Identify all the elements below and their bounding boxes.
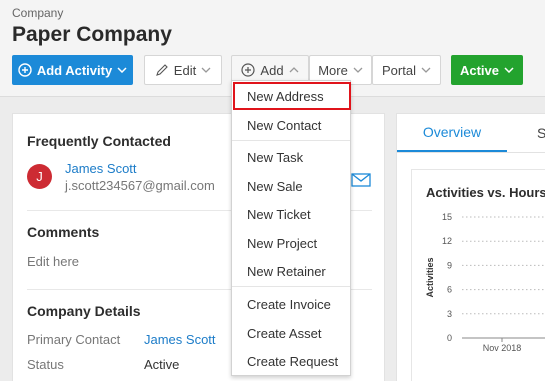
tab-overview[interactable]: Overview [397,114,507,152]
envelope-icon[interactable] [351,173,371,192]
y-tick-label: 3 [447,309,452,319]
y-tick-label: 6 [447,285,452,295]
menu-item-new-task[interactable]: New Task [247,150,303,165]
add-label: Add [260,62,284,78]
portal-button[interactable]: Portal [372,55,441,85]
pencil-icon [155,63,169,77]
activities-chart: 0 3 6 9 12 15 Activities Nov 2018 [425,212,545,353]
active-status-button[interactable]: Active [451,55,523,85]
add-activity-button[interactable]: Add Activity [12,55,133,85]
status-label: Status [27,357,64,372]
contact-email: j.scott234567@gmail.com [65,178,215,193]
menu-separator [232,286,350,287]
menu-separator [232,140,350,141]
menu-item-new-project[interactable]: New Project [247,236,317,251]
edit-button[interactable]: Edit [144,55,222,85]
chevron-down-icon [117,67,127,73]
more-label: More [318,62,348,78]
frequently-contacted-title: Frequently Contacted [27,133,171,149]
y-axis-label: Activities [425,257,435,297]
plus-circle-icon [241,63,256,77]
menu-item-new-sale[interactable]: New Sale [247,179,303,194]
add-activity-label: Add Activity [36,62,113,78]
primary-contact-link[interactable]: James Scott [144,332,216,347]
menu-item-create-invoice[interactable]: Create Invoice [247,297,331,312]
active-label: Active [459,62,500,78]
chevron-down-icon [353,67,363,73]
breadcrumb[interactable]: Company [12,6,63,20]
portal-label: Portal [382,62,416,78]
menu-item-new-address[interactable]: New Address [247,89,324,104]
y-tick-label: 15 [442,212,452,222]
y-tick-label: 12 [442,236,452,246]
avatar: J [27,164,52,189]
menu-item-create-asset[interactable]: Create Asset [247,326,321,341]
chevron-down-icon [421,67,431,73]
contact-name-link[interactable]: James Scott [65,161,137,176]
status-value: Active [144,357,180,372]
menu-item-new-retainer[interactable]: New Retainer [247,264,326,279]
menu-item-new-contact[interactable]: New Contact [247,118,321,133]
overview-card: Overview S Activities vs. Hours 0 3 6 9 12 15… [396,113,545,381]
chevron-down-icon [201,67,211,73]
primary-contact-label: Primary Contact [27,332,121,347]
chart-card: Activities vs. Hours 0 3 6 9 12 15 Activities N… [411,169,545,381]
tab-divider [397,152,545,153]
edit-label: Edit [173,62,197,78]
menu-item-new-ticket[interactable]: New Ticket [247,207,311,222]
tab-second[interactable]: S [537,114,545,152]
x-tick-label: Nov 2018 [483,343,522,353]
add-dropdown-menu: New Address New Contact New Task New Sale Ne… [231,80,351,376]
menu-item-create-request[interactable]: Create Request [247,354,338,369]
y-tick-label: 0 [447,333,452,343]
comments-input[interactable]: Edit here [27,254,79,269]
chevron-up-icon [289,67,299,73]
y-tick-label: 9 [447,260,452,270]
chevron-down-icon [504,67,514,73]
company-details-title: Company Details [27,303,141,319]
page-title: Paper Company [12,23,172,46]
plus-circle-icon [18,63,32,77]
comments-title: Comments [27,224,100,240]
